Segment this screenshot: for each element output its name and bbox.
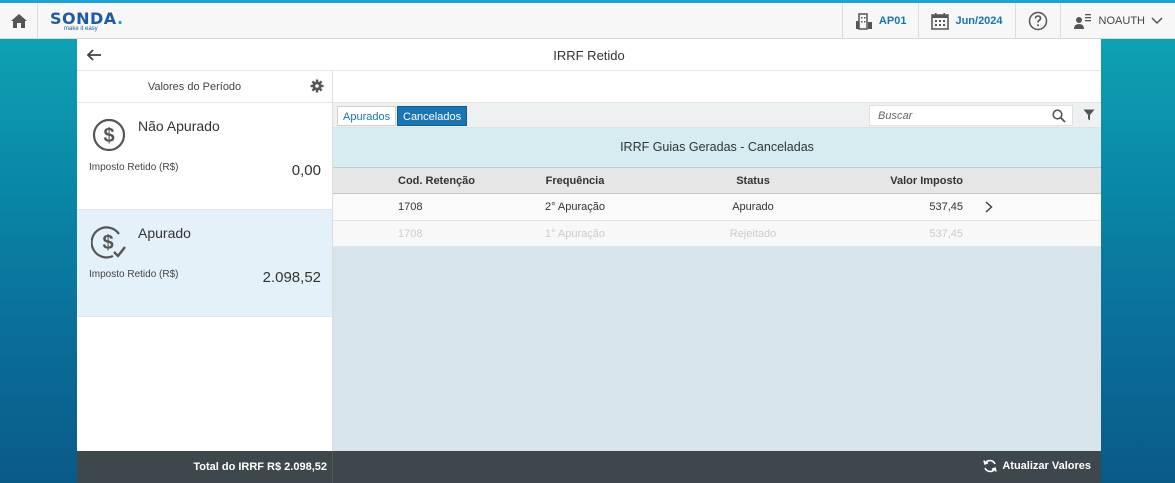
chevron-down-icon [1151,17,1163,25]
home-button[interactable] [0,3,38,39]
page-title: IRRF Retido [553,48,625,63]
main-panel: IRRF Retido Valores do Período $ Não Apu… [77,39,1101,483]
period-value: Jun/2024 [955,15,1003,27]
detail-panel: Apurados Cancelados Buscar IRRF Guias Ge… [333,71,1101,451]
total-irrf: Total do IRRF R$ 2.098,52 [193,461,327,473]
table-toolbar: Apurados Cancelados Buscar [333,103,1101,128]
period-selector[interactable]: Jun/2024 [918,3,1014,39]
table-row[interactable]: 1708 1° Apuração Rejeitado 537,45 [333,221,1101,247]
calendar-icon [931,13,950,30]
chevron-right-icon[interactable] [985,201,993,213]
refresh-icon [983,459,998,473]
dollar-check-icon: $ [91,226,126,259]
search-input[interactable]: Buscar [869,105,1073,126]
tab-cancelados[interactable]: Cancelados [397,106,468,126]
user-name: NOAUTH [1098,15,1145,27]
company-selector[interactable]: AP01 [841,3,919,39]
user-menu[interactable]: NOAUTH [1059,3,1175,39]
svg-text:$: $ [103,125,114,147]
search-placeholder: Buscar [878,110,913,122]
refresh-values-button[interactable]: Atualizar Valores [983,459,1091,473]
home-icon [10,14,27,28]
table-title: IRRF Guias Geradas - Canceladas [333,128,1101,167]
building-icon [855,13,872,30]
filter-icon[interactable] [1083,109,1095,121]
panel-header: IRRF Retido [77,39,1101,71]
card-apurado[interactable]: $ Apurado Imposto Retido (R$) 2.098,52 [77,210,332,317]
column-header[interactable]: Frequência [513,175,637,187]
gear-icon[interactable] [310,79,324,93]
search-icon[interactable] [1052,109,1066,123]
help-button[interactable] [1014,3,1060,39]
tab-apurados[interactable]: Apurados [337,106,397,126]
svg-text:$: $ [102,232,113,254]
table-row[interactable]: 1708 2° Apuração Apurado 537,45 [333,194,1101,221]
help-icon [1028,11,1047,31]
sonda-logo: SONDA. make it easy [50,9,124,32]
period-values-header: Valores do Período [77,71,332,103]
column-header[interactable]: Cod. Retenção [398,175,475,187]
company-code: AP01 [878,15,907,27]
card-nao-apurado[interactable]: $ Não Apurado Imposto Retido (R$) 0,00 [77,103,332,210]
table-header: Cod. Retenção Frequência Status Valor Im… [333,167,1101,194]
top-bar: SONDA. make it easy AP01 Jun/2024 NOAUTH [0,0,1175,39]
column-header[interactable]: Valor Imposto [853,175,963,187]
period-values-panel: Valores do Período $ Não Apurado Imposto… [77,71,333,451]
column-header[interactable]: Status [703,175,803,187]
user-icon [1073,14,1091,29]
dollar-icon: $ [92,118,126,152]
footer-bar: Total do IRRF R$ 2.098,52 Atualizar Valo… [77,451,1101,483]
